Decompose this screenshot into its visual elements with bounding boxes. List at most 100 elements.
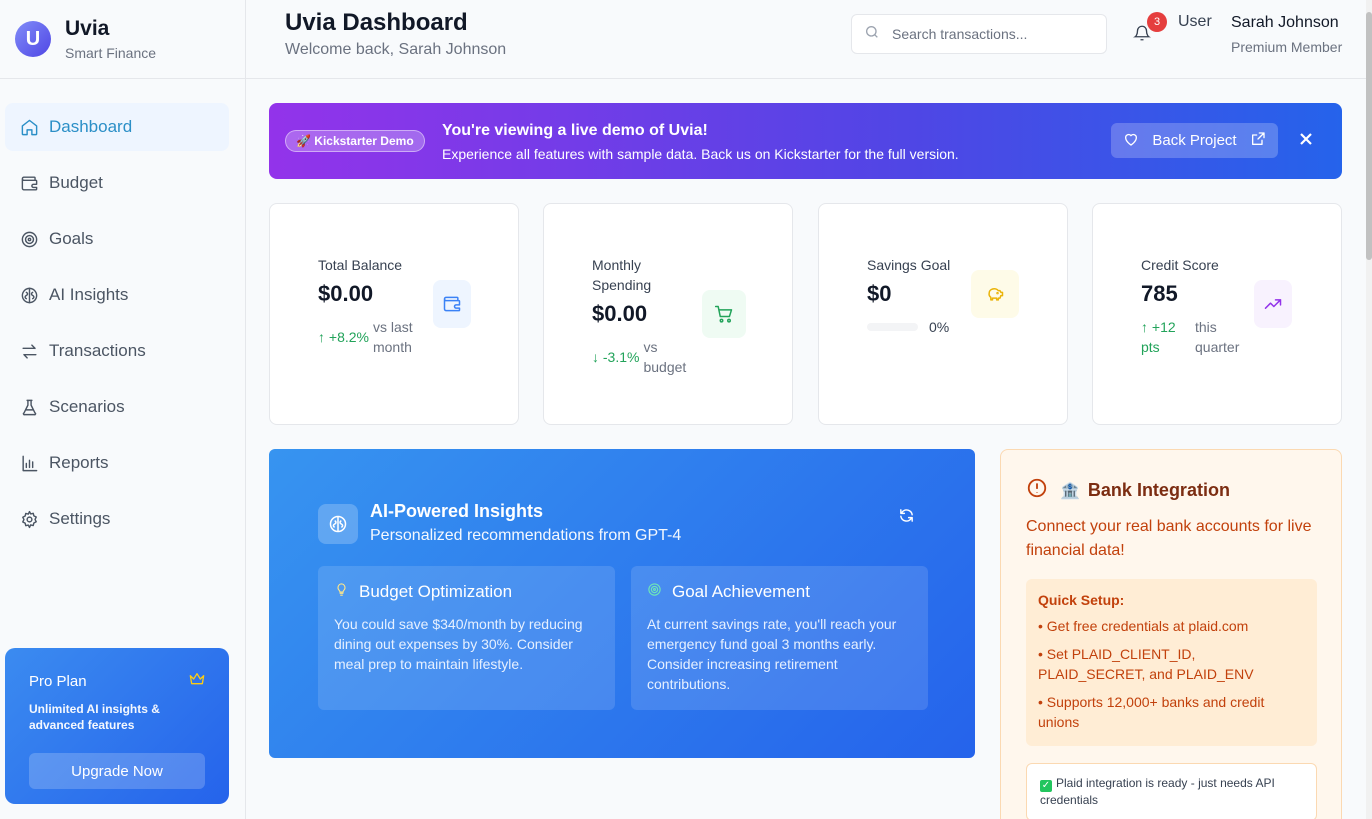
brand-logo[interactable]: U (15, 21, 51, 57)
bank-icon: 🏦 (1060, 482, 1080, 500)
brain-icon (19, 285, 39, 305)
quick-setup-box: Quick Setup: • Get free credentials at p… (1026, 579, 1317, 746)
sidebar-item-reports[interactable]: Reports (5, 439, 229, 487)
brain-icon (318, 504, 358, 544)
banner-title: You're viewing a live demo of Uvia! (442, 122, 708, 139)
user-name: Sarah Johnson (1231, 14, 1339, 31)
insight-body: At current savings rate, you'll reach yo… (647, 616, 897, 692)
stat-trend: ↑ +8.2% vs last month (318, 317, 428, 357)
sidebar-item-label: Settings (49, 509, 111, 528)
top-header: Uvia Dashboard Welcome back, Sarah Johns… (246, 0, 1372, 79)
stat-trend: ↑ +12 pts this quarter (1141, 317, 1261, 357)
banner-subtitle: Experience all features with sample data… (442, 146, 959, 162)
total-balance-card: Total Balance $0.00 ↑ +8.2% vs last mont… (269, 203, 519, 425)
avatar[interactable]: User (1178, 14, 1218, 54)
trend-value: ↓ -3.1% (592, 349, 640, 365)
stat-label: Savings Goal (867, 257, 951, 273)
gear-icon (19, 509, 39, 529)
target-icon (647, 582, 672, 602)
close-banner-button[interactable] (1299, 132, 1313, 146)
sidebar-item-label: Goals (49, 229, 94, 248)
close-icon (1299, 133, 1313, 150)
arrows-exchange-icon (19, 341, 39, 361)
insight-title: Goal Achievement (672, 582, 810, 601)
search-icon (864, 24, 880, 45)
trend-value: ↑ +12 pts (1141, 319, 1176, 355)
sidebar-item-transactions[interactable]: Transactions (5, 327, 229, 375)
trend-value: ↑ +8.2% (318, 329, 369, 345)
wallet-icon (19, 173, 39, 193)
insight-card-goal-achievement[interactable]: Goal Achievement At current savings rate… (631, 566, 928, 710)
sidebar-item-label: Transactions (49, 341, 146, 360)
kickstarter-demo-badge: 🚀 Kickstarter Demo (285, 130, 425, 152)
setup-item: • Supports 12,000+ banks and credit unio… (1038, 694, 1265, 730)
welcome-text: Welcome back, Sarah Johnson (285, 41, 507, 58)
trend-context: vs budget (643, 339, 687, 375)
plaid-ready-notice: ✓ Plaid integration is ready - just needs… (1026, 763, 1317, 819)
avatar-alt-text: User (1178, 14, 1212, 30)
wallet-icon (433, 280, 471, 328)
notification-badge: 3 (1147, 12, 1167, 32)
sidebar-item-scenarios[interactable]: Scenarios (5, 383, 229, 431)
brand-name: Uvia (65, 17, 110, 40)
brand-subtitle: Smart Finance (65, 45, 157, 61)
trend-context: vs last month (372, 319, 413, 355)
quick-setup-title: Quick Setup: (1038, 592, 1125, 608)
ai-insights-card: AI-Powered Insights Personalized recomme… (269, 449, 975, 758)
stat-value: 785 (1141, 281, 1178, 306)
page-title: Uvia Dashboard (285, 9, 468, 36)
credit-score-card: Credit Score 785 ↑ +12 pts this quarter (1092, 203, 1342, 425)
kickstarter-banner: 🚀 Kickstarter Demo You're viewing a live… (269, 103, 1342, 179)
insight-card-budget-optimization[interactable]: Budget Optimization You could save $340/… (318, 566, 615, 710)
brand: U Uvia Smart Finance (0, 0, 245, 79)
check-icon: ✓ (1040, 780, 1052, 792)
upgrade-now-button[interactable]: Upgrade Now (29, 753, 205, 789)
scrollbar[interactable] (1366, 0, 1372, 819)
search-box[interactable] (851, 14, 1107, 54)
external-link-icon (1250, 131, 1266, 151)
ai-insights-title: AI-Powered Insights (370, 501, 544, 521)
target-icon (19, 229, 39, 249)
savings-progress-bar (867, 323, 918, 331)
setup-item: • Set PLAID_CLIENT_ID, PLAID_SECRET, and… (1038, 646, 1254, 682)
stat-trend: ↓ -3.1% vs budget (592, 337, 702, 377)
alert-circle-icon (1026, 477, 1048, 504)
pro-plan-card: Pro Plan Unlimited AI insights & advance… (5, 648, 229, 804)
piggy-bank-icon (971, 270, 1019, 318)
lightbulb-icon (334, 582, 359, 602)
sidebar: U Uvia Smart Finance Dashboard Budget Go… (0, 0, 246, 819)
sidebar-item-settings[interactable]: Settings (5, 495, 229, 543)
bank-integration-title: Bank Integration (1087, 480, 1230, 500)
bell-icon (1133, 25, 1151, 46)
pro-plan-title: Pro Plan (29, 673, 87, 690)
insight-body: You could save $340/month by reducing di… (334, 616, 583, 672)
crown-icon (189, 672, 205, 691)
sidebar-item-budget[interactable]: Budget (5, 159, 229, 207)
search-input[interactable] (892, 26, 1092, 42)
stat-value: $0 (867, 281, 892, 306)
sidebar-item-label: Scenarios (49, 397, 125, 416)
insight-title: Budget Optimization (359, 582, 513, 601)
ai-insights-subtitle: Personalized recommendations from GPT-4 (370, 527, 682, 544)
sidebar-item-label: Reports (49, 453, 109, 472)
back-project-label: Back Project (1152, 132, 1237, 149)
sidebar-item-label: AI Insights (49, 285, 129, 304)
back-project-button[interactable]: Back Project (1111, 123, 1278, 158)
refresh-button[interactable] (898, 507, 916, 525)
scrollbar-thumb[interactable] (1366, 12, 1372, 260)
flask-icon (19, 397, 39, 417)
pro-plan-description: Unlimited AI insights & advanced feature… (29, 702, 160, 732)
sidebar-item-dashboard[interactable]: Dashboard (5, 103, 229, 151)
sidebar-item-ai-insights[interactable]: AI Insights (5, 271, 229, 319)
savings-goal-card: Savings Goal $0 0% (818, 203, 1068, 425)
monthly-spending-card: Monthly Spending $0.00 ↓ -3.1% vs budget (543, 203, 793, 425)
plaid-ready-text: Plaid integration is ready - just needs … (1040, 776, 1275, 807)
trend-context: this quarter (1195, 319, 1240, 355)
refresh-icon (898, 509, 915, 528)
bank-integration-description: Connect your real bank accounts for live… (1026, 518, 1312, 559)
stat-value: $0.00 (592, 301, 648, 326)
sidebar-item-label: Budget (49, 173, 103, 192)
cart-icon (702, 290, 746, 338)
sidebar-item-goals[interactable]: Goals (5, 215, 229, 263)
user-role: Premium Member (1231, 39, 1343, 55)
